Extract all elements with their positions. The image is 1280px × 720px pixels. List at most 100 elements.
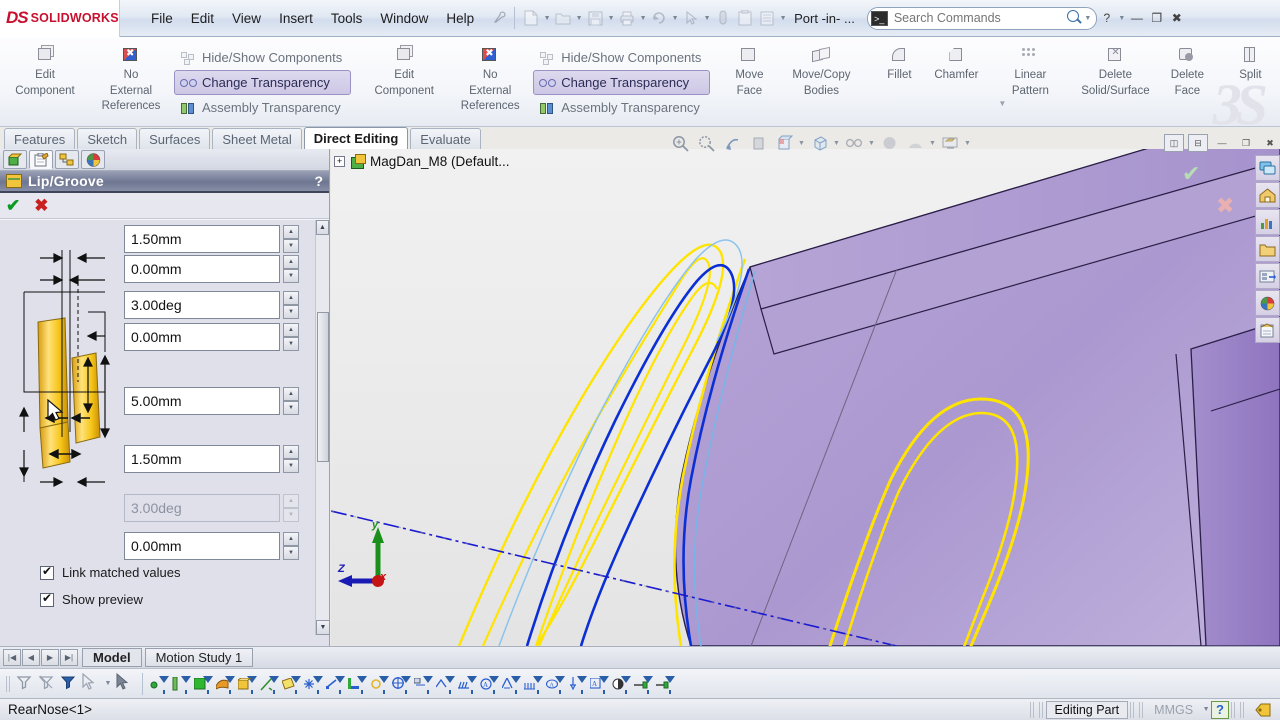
- scroll-up-button[interactable]: ▲: [316, 220, 329, 235]
- groove-width-field[interactable]: 1.50mm: [124, 445, 280, 473]
- lip-draft-down[interactable]: ▼: [283, 305, 299, 319]
- filter-surface-bodies-icon[interactable]: [216, 673, 236, 695]
- lip-draft-up[interactable]: ▲: [283, 291, 299, 305]
- undo-dropdown[interactable]: ▼: [670, 15, 680, 22]
- save-dropdown[interactable]: ▼: [606, 15, 616, 22]
- first-tab-button[interactable]: |◀: [3, 649, 21, 666]
- design-library-icon[interactable]: [1255, 182, 1280, 208]
- select-pointer-icon[interactable]: [81, 672, 101, 695]
- apply-scene-dropdown[interactable]: ▼: [928, 140, 937, 147]
- filter-datum-icon[interactable]: [524, 673, 544, 695]
- menu-view[interactable]: View: [223, 8, 270, 29]
- groove-clearance-field[interactable]: 0.00mm: [124, 532, 280, 560]
- select-icon[interactable]: [680, 6, 702, 30]
- tab-sheet-metal[interactable]: Sheet Metal: [212, 128, 302, 149]
- tab-sketch[interactable]: Sketch: [77, 128, 138, 149]
- lip-draft-angle-field[interactable]: 3.00deg: [124, 291, 280, 319]
- filter-connection-point-icon[interactable]: [656, 673, 676, 695]
- search-icon[interactable]: [1065, 9, 1083, 27]
- configuration-manager-tab[interactable]: [55, 150, 79, 169]
- groove-clearance-spinner[interactable]: ▲ ▼: [283, 532, 299, 560]
- filter-cosmetic-thread-icon[interactable]: A: [590, 673, 610, 695]
- filter-hole-callout-icon[interactable]: [436, 673, 456, 695]
- property-manager-help-button[interactable]: ?: [314, 173, 323, 189]
- undo-icon[interactable]: [648, 6, 670, 30]
- groove-width-down[interactable]: ▼: [283, 459, 299, 473]
- display-style-dropdown[interactable]: ▼: [832, 140, 841, 147]
- property-manager-tab[interactable]: [29, 150, 53, 169]
- menu-edit[interactable]: Edit: [182, 8, 223, 29]
- delete-solid-surface-button[interactable]: Delete Solid/Surface: [1072, 40, 1158, 97]
- groove-height-field[interactable]: 5.00mm: [124, 387, 280, 415]
- minimize-window-button[interactable]: —: [1212, 134, 1232, 152]
- edit-component-button-2[interactable]: Edit Component: [361, 40, 447, 97]
- filter-edges-icon[interactable]: [172, 673, 192, 695]
- units-dropdown[interactable]: ▼: [1201, 706, 1211, 713]
- display-style-icon[interactable]: [806, 132, 832, 154]
- assembly-transparency-button-1[interactable]: Assembly Transparency: [174, 95, 351, 120]
- print-icon[interactable]: [616, 6, 638, 30]
- lip-width-up[interactable]: ▲: [283, 225, 299, 239]
- lip-width-field[interactable]: 1.50mm: [124, 225, 280, 253]
- lip-clearance-spinner[interactable]: ▲ ▼: [283, 323, 299, 351]
- filter-off-icon[interactable]: [15, 673, 35, 695]
- pin-menu-icon[interactable]: [487, 6, 509, 30]
- section-view-icon[interactable]: [745, 132, 771, 154]
- filter-vertices-icon[interactable]: [150, 673, 170, 695]
- clear-filters-icon[interactable]: [37, 673, 57, 695]
- filter-faces-icon[interactable]: [194, 673, 214, 695]
- restore-button[interactable]: ❐: [1147, 10, 1167, 26]
- hide-show-components-button-2[interactable]: Hide/Show Components: [533, 45, 710, 70]
- filter-blocks-icon[interactable]: [612, 673, 632, 695]
- lip-clearance-down[interactable]: ▼: [283, 337, 299, 351]
- filter-dimensions-icon[interactable]: [414, 673, 434, 695]
- close-button[interactable]: ✖: [1167, 10, 1187, 26]
- hide-show-components-button-1[interactable]: Hide/Show Components: [174, 45, 351, 70]
- groove-clearance-down[interactable]: ▼: [283, 546, 299, 560]
- hide-show-items-icon[interactable]: [841, 132, 867, 154]
- lip-width-spinner[interactable]: ▲ ▼: [283, 225, 299, 253]
- filter-center-marks-icon[interactable]: [370, 673, 390, 695]
- tag-icon[interactable]: [1247, 701, 1280, 719]
- filter-planes-icon[interactable]: [282, 673, 302, 695]
- scroll-thumb[interactable]: [317, 312, 329, 462]
- filter-surface-finish-icon[interactable]: [568, 673, 588, 695]
- filter-weld-symbol-icon[interactable]: [458, 673, 478, 695]
- filter-balloons-icon[interactable]: [502, 673, 522, 695]
- options-icon[interactable]: [756, 6, 778, 30]
- split-button[interactable]: Split: [1226, 40, 1274, 82]
- menu-tools[interactable]: Tools: [322, 8, 372, 29]
- file-properties-icon[interactable]: [734, 6, 756, 30]
- custom-properties-icon[interactable]: [1255, 290, 1280, 316]
- lip-offset-up[interactable]: ▲: [283, 255, 299, 269]
- property-panel-scrollbar[interactable]: ▲ ▼: [315, 220, 330, 635]
- groove-height-up[interactable]: ▲: [283, 387, 299, 401]
- cancel-button[interactable]: ✖: [34, 196, 48, 216]
- tab-model[interactable]: Model: [82, 648, 142, 667]
- lip-clearance-up[interactable]: ▲: [283, 323, 299, 337]
- move-face-button[interactable]: Move Face: [720, 40, 778, 97]
- lip-draft-spinner[interactable]: ▲ ▼: [283, 291, 299, 319]
- confirm-accept-icon[interactable]: ✔: [1182, 161, 1200, 187]
- print-dropdown[interactable]: ▼: [638, 15, 648, 22]
- filter-axes-icon[interactable]: [260, 673, 280, 695]
- linear-pattern-dropdown[interactable]: ▼: [998, 99, 1006, 108]
- menu-file[interactable]: File: [142, 8, 182, 29]
- rebuild-icon[interactable]: [712, 6, 734, 30]
- display-manager-tab[interactable]: [81, 150, 105, 169]
- change-transparency-button-2[interactable]: Change Transparency: [533, 70, 711, 95]
- status-help-badge[interactable]: ?: [1211, 700, 1229, 719]
- lip-clearance-field[interactable]: 0.00mm: [124, 323, 280, 351]
- close-window-button[interactable]: ✖: [1260, 134, 1280, 152]
- tab-surfaces[interactable]: Surfaces: [139, 128, 211, 149]
- tab-features[interactable]: Features: [4, 128, 76, 149]
- select-dropdown[interactable]: ▼: [702, 15, 712, 22]
- filter-centerlines-icon[interactable]: [392, 673, 412, 695]
- tab-motion-study-1[interactable]: Motion Study 1: [144, 648, 254, 667]
- minimize-button[interactable]: —: [1127, 10, 1147, 26]
- filter-midpoints-icon[interactable]: [348, 673, 368, 695]
- help-dropdown[interactable]: ▼: [1117, 15, 1127, 22]
- toolbar-gripper[interactable]: [6, 675, 11, 692]
- hide-show-items-dropdown[interactable]: ▼: [867, 140, 876, 147]
- filter-dowel-symbol-icon[interactable]: [634, 673, 654, 695]
